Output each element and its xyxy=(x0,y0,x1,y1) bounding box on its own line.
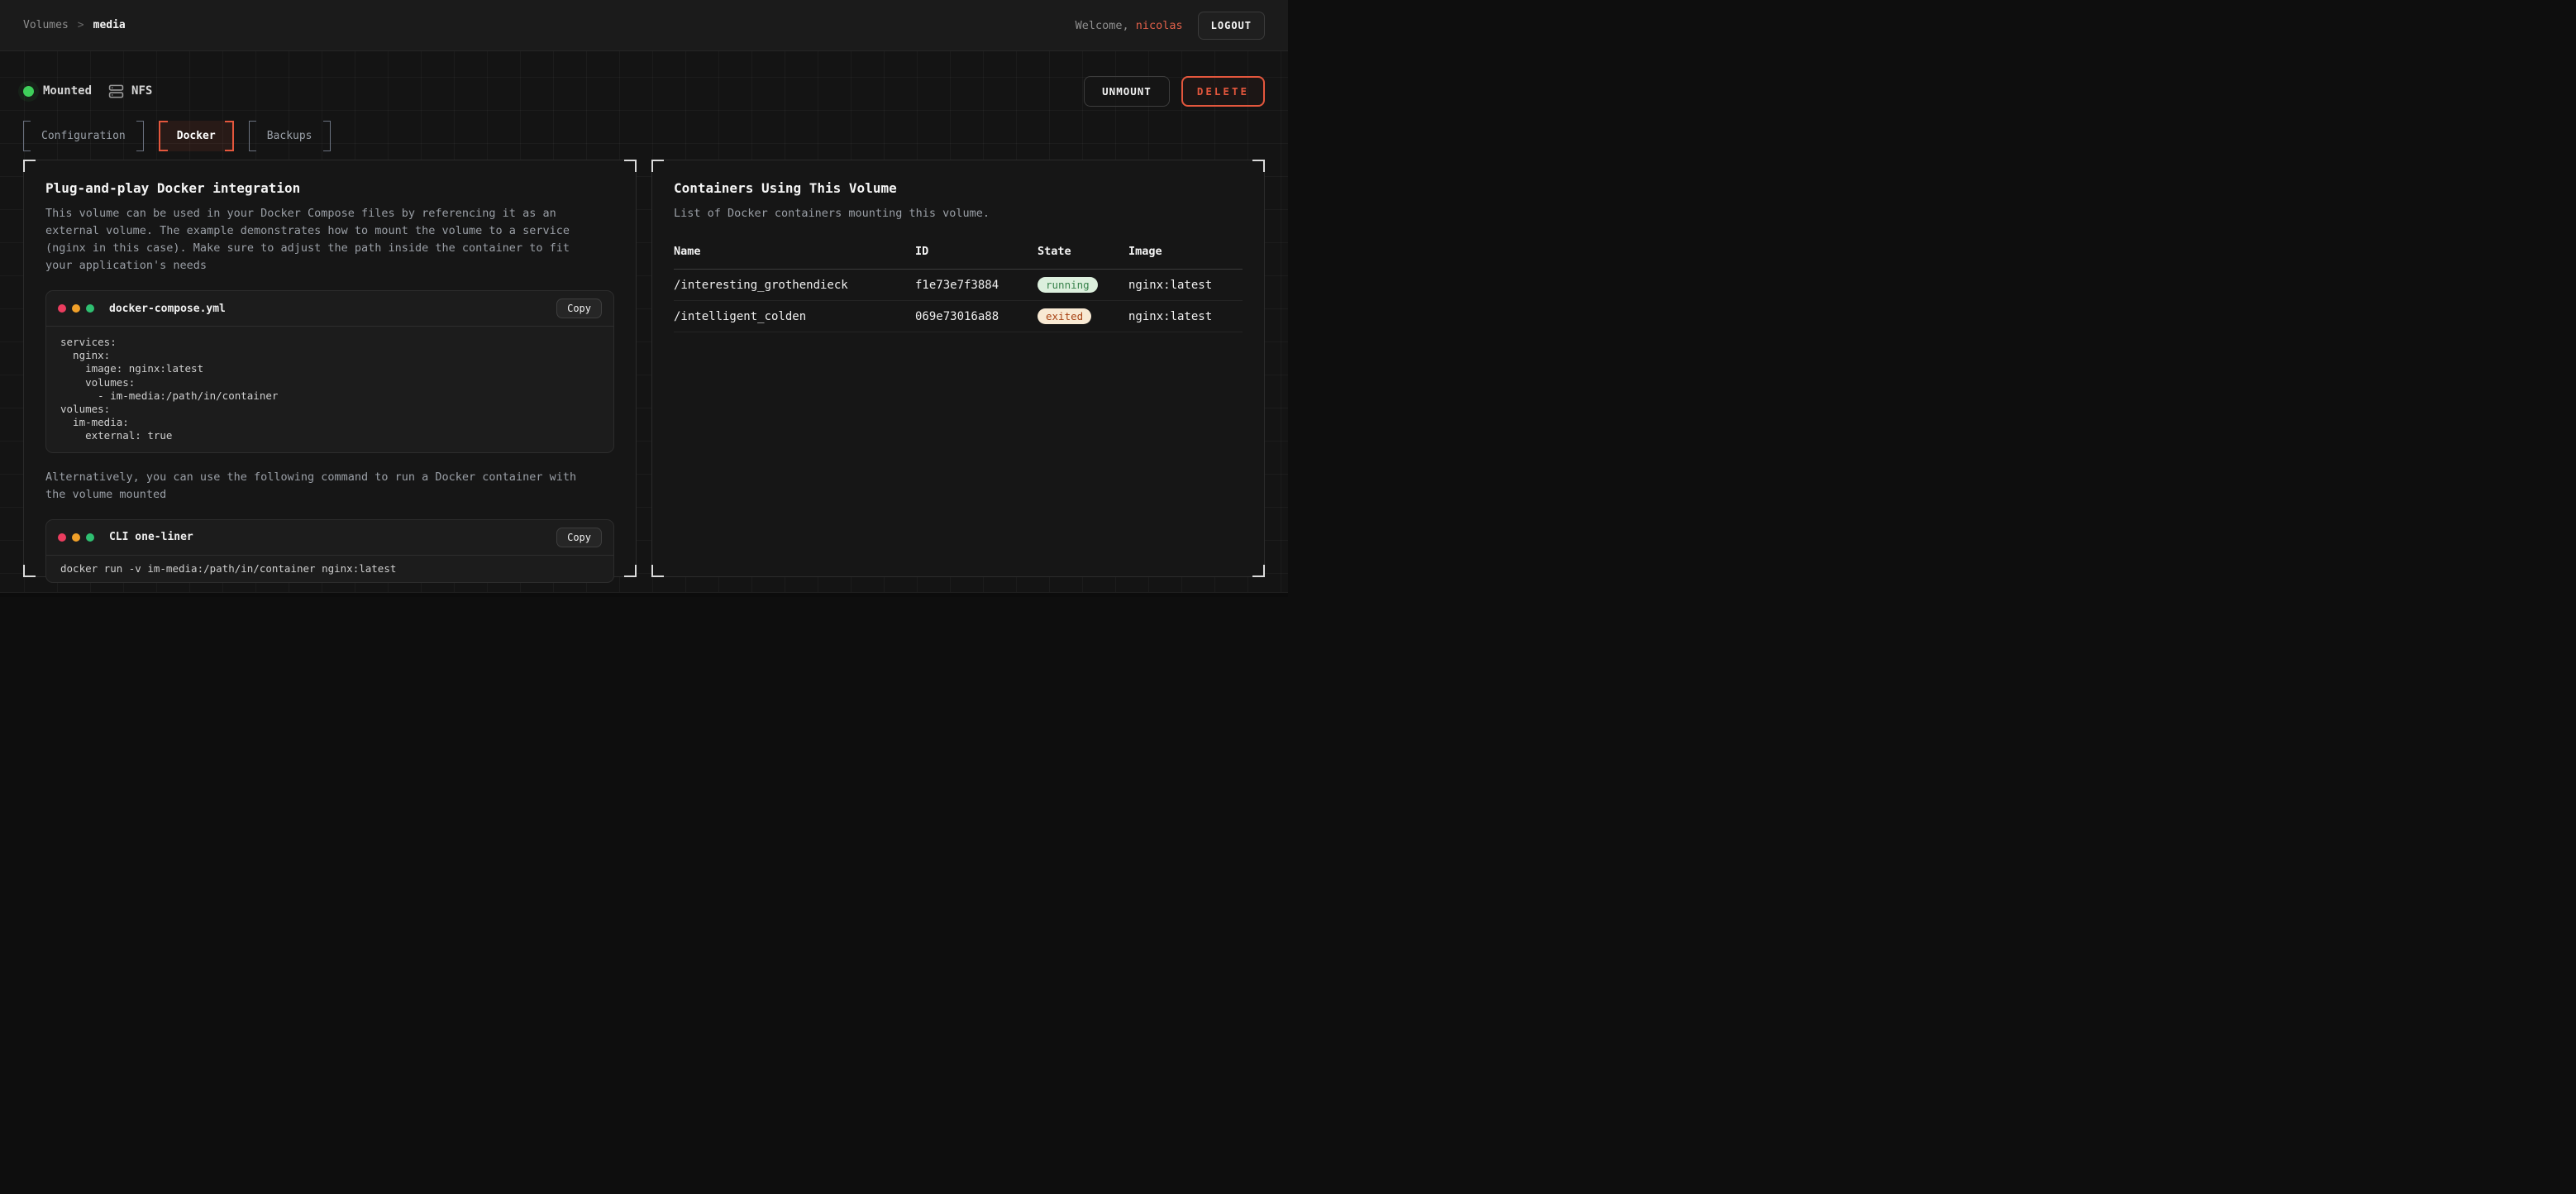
container-id: 069e73016a88 xyxy=(915,310,1038,323)
panel-corner-tick xyxy=(651,160,664,172)
tab-docker[interactable]: Docker xyxy=(159,121,234,151)
top-bar-right: Welcome, nicolas LOGOUT xyxy=(1076,12,1265,40)
main-content: Mounted NFS UNMOUNT DELETE Configuration… xyxy=(0,51,1288,597)
cli-intro-text: Alternatively, you can use the following… xyxy=(45,469,591,504)
compose-copy-button[interactable]: Copy xyxy=(556,298,602,318)
container-state-cell: exited xyxy=(1038,308,1128,324)
compose-code-block: docker-compose.yml Copy services: nginx:… xyxy=(45,290,614,453)
server-icon xyxy=(108,84,124,99)
traffic-light-red-icon xyxy=(58,304,66,313)
footer-edge xyxy=(0,592,1288,597)
panel-corner-tick xyxy=(624,160,637,172)
tab-backups[interactable]: Backups xyxy=(249,121,331,151)
container-image: nginx:latest xyxy=(1128,279,1243,292)
container-id: f1e73e7f3884 xyxy=(915,279,1038,292)
docker-integration-panel: Plug-and-play Docker integration This vo… xyxy=(23,160,637,577)
unmount-button[interactable]: UNMOUNT xyxy=(1084,76,1170,107)
column-header-name: Name xyxy=(674,245,915,258)
welcome-text: Welcome, nicolas xyxy=(1076,19,1183,32)
tab-bar: Configuration Docker Backups xyxy=(23,121,1265,151)
panels-grid: Plug-and-play Docker integration This vo… xyxy=(23,160,1265,577)
table-row: /intelligent_colden 069e73016a88 exited … xyxy=(674,301,1243,332)
containers-panel-title: Containers Using This Volume xyxy=(674,180,1243,196)
panel-corner-tick xyxy=(624,565,637,577)
docker-panel-description: This volume can be used in your Docker C… xyxy=(45,205,591,275)
column-header-image: Image xyxy=(1128,245,1243,258)
welcome-prefix: Welcome, xyxy=(1076,19,1136,32)
panel-corner-tick xyxy=(23,160,36,172)
docker-panel-title: Plug-and-play Docker integration xyxy=(45,180,614,196)
status-badge: exited xyxy=(1038,308,1091,324)
panel-corner-tick xyxy=(1252,160,1265,172)
breadcrumb: Volumes > media xyxy=(23,19,126,31)
breadcrumb-volumes-link[interactable]: Volumes xyxy=(23,19,69,31)
status-row: Mounted NFS UNMOUNT DELETE xyxy=(23,76,1265,106)
breadcrumb-separator-icon: > xyxy=(78,19,84,31)
compose-filename: docker-compose.yml xyxy=(109,303,226,315)
traffic-light-red-icon xyxy=(58,533,66,542)
mounted-status-dot-icon xyxy=(23,86,34,97)
filesystem-type-label: NFS xyxy=(131,84,152,98)
cli-code-content: docker run -v im-media:/path/in/containe… xyxy=(46,556,613,582)
container-name: /interesting_grothendieck xyxy=(674,279,915,292)
panel-corner-tick xyxy=(1252,565,1265,577)
traffic-light-green-icon xyxy=(86,533,94,542)
username: nicolas xyxy=(1136,19,1183,32)
breadcrumb-current-volume: media xyxy=(93,19,126,31)
volume-action-buttons: UNMOUNT DELETE xyxy=(1084,76,1265,107)
status-badge: running xyxy=(1038,277,1098,293)
cli-code-header: CLI one-liner Copy xyxy=(46,520,613,556)
container-state-cell: running xyxy=(1038,277,1128,293)
logout-button[interactable]: LOGOUT xyxy=(1198,12,1265,40)
containers-table: Name ID State Image /interesting_grothen… xyxy=(674,245,1243,332)
column-header-id: ID xyxy=(915,245,1038,258)
top-bar: Volumes > media Welcome, nicolas LOGOUT xyxy=(0,0,1288,51)
traffic-light-green-icon xyxy=(86,304,94,313)
volume-detail-page: Volumes > media Welcome, nicolas LOGOUT … xyxy=(0,0,1288,597)
panel-corner-tick xyxy=(651,565,664,577)
table-row: /interesting_grothendieck f1e73e7f3884 r… xyxy=(674,270,1243,301)
cli-code-block: CLI one-liner Copy docker run -v im-medi… xyxy=(45,519,614,583)
column-header-state: State xyxy=(1038,245,1128,258)
traffic-light-amber-icon xyxy=(72,304,80,313)
container-name: /intelligent_colden xyxy=(674,310,915,323)
containers-panel: Containers Using This Volume List of Doc… xyxy=(651,160,1265,577)
container-image: nginx:latest xyxy=(1128,310,1243,323)
containers-table-header: Name ID State Image xyxy=(674,245,1243,270)
traffic-light-amber-icon xyxy=(72,533,80,542)
cli-copy-button[interactable]: Copy xyxy=(556,528,602,547)
containers-panel-subtitle: List of Docker containers mounting this … xyxy=(674,205,1243,222)
delete-button[interactable]: DELETE xyxy=(1181,76,1265,107)
panel-corner-tick xyxy=(23,565,36,577)
mount-status-label: Mounted xyxy=(43,84,92,98)
tab-configuration[interactable]: Configuration xyxy=(23,121,144,151)
cli-filename: CLI one-liner xyxy=(109,531,193,543)
compose-code-header: docker-compose.yml Copy xyxy=(46,291,613,327)
compose-code-content: services: nginx: image: nginx:latest vol… xyxy=(46,327,613,452)
